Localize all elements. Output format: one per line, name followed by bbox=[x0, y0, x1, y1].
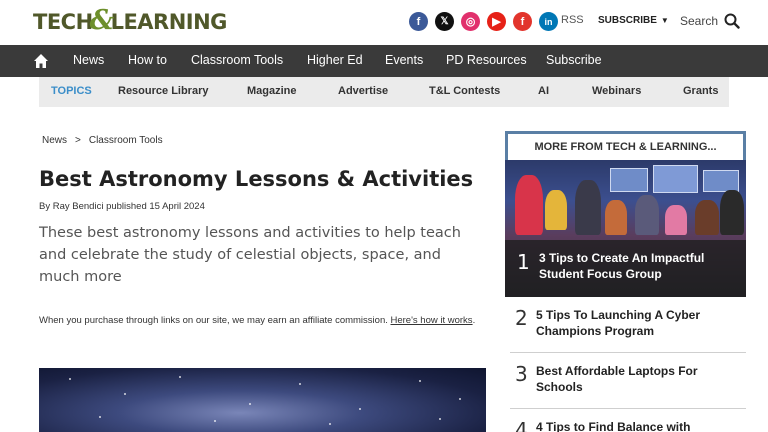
search-icon bbox=[724, 13, 740, 29]
story-number: 3 bbox=[515, 362, 528, 386]
search-button[interactable]: Search bbox=[680, 13, 740, 29]
topics-label: TOPICS bbox=[51, 85, 92, 97]
caret-down-icon: ▼ bbox=[660, 16, 669, 25]
subscribe-label: SUBSCRIBE bbox=[598, 15, 657, 26]
site-header: TECH & LEARNING f 𝕏 ◎ ▶ f in RSS SUBSCRI… bbox=[0, 0, 768, 45]
published-label: published bbox=[106, 201, 147, 212]
author-link[interactable]: Ray Bendici bbox=[53, 201, 104, 212]
story-title-link[interactable]: 5 Tips To Launching A Cyber Champions Pr… bbox=[536, 307, 726, 339]
logo-text-right: LEARNING bbox=[110, 10, 228, 34]
story-title-link[interactable]: 3 Tips to Create An Impactful Student Fo… bbox=[539, 250, 729, 282]
topic-webinars[interactable]: Webinars bbox=[592, 85, 641, 97]
topic-tl-contests[interactable]: T&L Contests bbox=[429, 85, 500, 97]
search-label: Search bbox=[680, 14, 719, 28]
more-from-box: MORE FROM TECH & LEARNING... 1 3 Tips to… bbox=[505, 131, 746, 297]
story-number: 4 bbox=[515, 418, 528, 432]
nav-item-higher-ed[interactable]: Higher Ed bbox=[307, 53, 363, 67]
topic-magazine[interactable]: Magazine bbox=[247, 85, 297, 97]
nav-item-how-to[interactable]: How to bbox=[128, 53, 167, 67]
divider bbox=[510, 352, 746, 353]
publish-date: 15 April 2024 bbox=[149, 201, 205, 212]
nav-item-classroom-tools[interactable]: Classroom Tools bbox=[191, 53, 283, 67]
main-navigation: News How to Classroom Tools Higher Ed Ev… bbox=[0, 45, 768, 77]
topic-grants[interactable]: Grants bbox=[683, 85, 718, 97]
story-number: 2 bbox=[515, 306, 528, 330]
youtube-icon[interactable]: ▶ bbox=[487, 12, 506, 31]
site-logo[interactable]: TECH & LEARNING bbox=[33, 5, 228, 36]
breadcrumb-classroom-tools[interactable]: Classroom Tools bbox=[89, 135, 163, 146]
article-byline: By Ray Bendici published 15 April 2024 bbox=[39, 201, 205, 212]
divider bbox=[510, 408, 746, 409]
flipboard-icon[interactable]: f bbox=[513, 12, 532, 31]
nav-item-subscribe[interactable]: Subscribe bbox=[546, 53, 602, 67]
affiliate-link[interactable]: Here's how it works bbox=[391, 315, 473, 326]
subscribe-dropdown[interactable]: SUBSCRIBE ▼ bbox=[598, 15, 669, 26]
story-title-link[interactable]: Best Affordable Laptops For Schools bbox=[536, 363, 726, 395]
affiliate-disclaimer: When you purchase through links on our s… bbox=[39, 314, 489, 328]
more-from-heading: MORE FROM TECH & LEARNING... bbox=[534, 141, 717, 153]
affiliate-end: . bbox=[472, 315, 476, 326]
facebook-icon[interactable]: f bbox=[409, 12, 428, 31]
linkedin-icon[interactable]: in bbox=[539, 12, 558, 31]
topic-ai[interactable]: AI bbox=[538, 85, 549, 97]
page-title: Best Astronomy Lessons & Activities bbox=[39, 167, 474, 191]
nav-item-news[interactable]: News bbox=[73, 53, 104, 67]
topics-bar: TOPICS Resource Library Magazine Adverti… bbox=[39, 77, 729, 107]
logo-ampersand: & bbox=[89, 4, 114, 36]
featured-story-image[interactable]: 1 3 Tips to Create An Impactful Student … bbox=[505, 160, 746, 297]
hero-image-night-sky bbox=[39, 368, 486, 432]
social-links: f 𝕏 ◎ ▶ f in bbox=[409, 12, 558, 31]
nav-item-events[interactable]: Events bbox=[385, 53, 423, 67]
logo-text-left: TECH bbox=[33, 10, 93, 34]
breadcrumb: News > Classroom Tools bbox=[42, 135, 163, 146]
rss-link[interactable]: RSS bbox=[561, 14, 584, 26]
topic-advertise[interactable]: Advertise bbox=[338, 85, 388, 97]
story-title-link[interactable]: 4 Tips to Find Balance with bbox=[536, 419, 726, 432]
breadcrumb-separator: > bbox=[75, 135, 81, 146]
instagram-icon[interactable]: ◎ bbox=[461, 12, 480, 31]
topic-resource-library[interactable]: Resource Library bbox=[118, 85, 208, 97]
story-number: 1 bbox=[517, 250, 530, 274]
affiliate-text: When you purchase through links on our s… bbox=[39, 315, 391, 326]
breadcrumb-news[interactable]: News bbox=[42, 135, 67, 146]
article-standfirst: These best astronomy lessons and activit… bbox=[39, 225, 461, 285]
byline-prefix: By bbox=[39, 201, 51, 212]
x-icon[interactable]: 𝕏 bbox=[435, 12, 454, 31]
nav-item-pd-resources[interactable]: PD Resources bbox=[446, 53, 527, 67]
home-icon[interactable] bbox=[33, 53, 49, 69]
